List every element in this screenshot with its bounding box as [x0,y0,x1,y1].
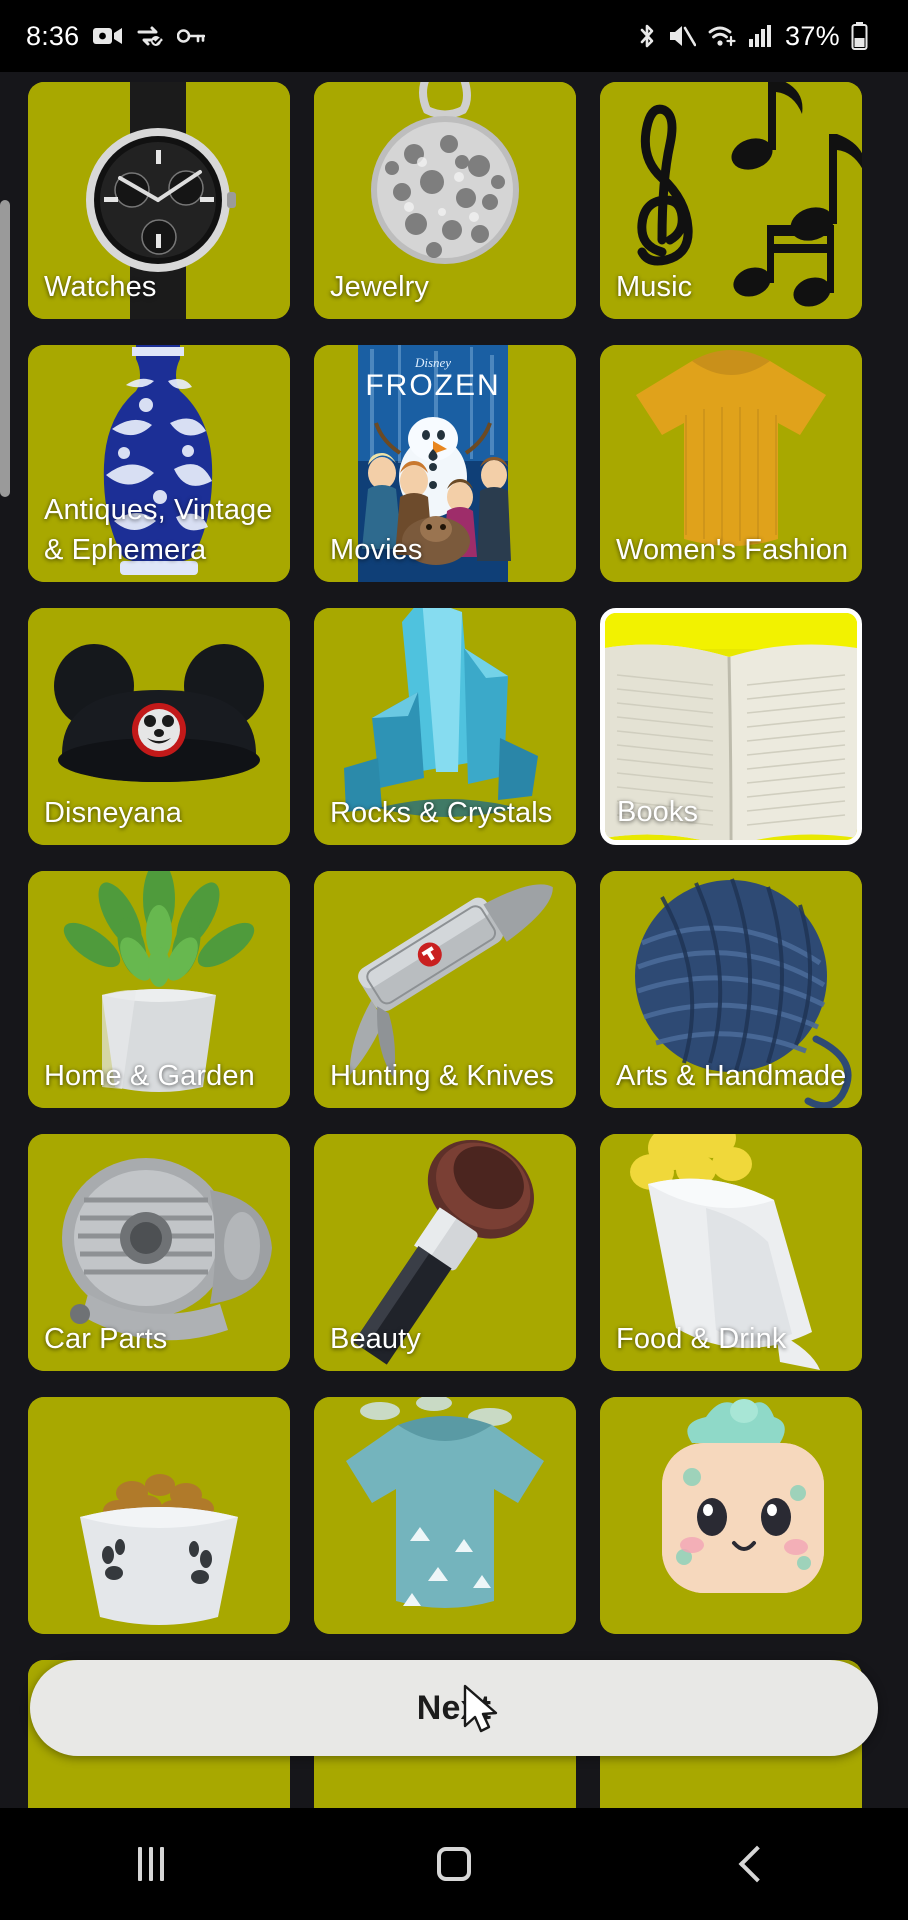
category-tile-antiques[interactable]: Antiques, Vintage & Ephemera [28,345,290,582]
tile-label: Car Parts [44,1322,168,1355]
category-tile-watches[interactable]: Watches [28,82,290,319]
mute-icon [670,26,697,47]
category-grid: Watches Jewelry Music Antiques, Vintage … [28,82,880,1808]
tile-label: Home & Garden [44,1059,255,1092]
category-tile-baby[interactable] [314,1397,576,1634]
category-tile-womens-fashion[interactable]: Women's Fashion [600,345,862,582]
category-tile-rocks-crystals[interactable]: Rocks & Crystals [314,608,576,845]
plush-toy-image [600,1397,862,1634]
tile-label: Women's Fashion [616,533,849,566]
vpn-key-icon [177,29,206,43]
tile-label: Music [616,270,693,303]
recents-button[interactable] [0,1808,303,1920]
tile-label: Watches [44,270,157,303]
signal-icon [749,25,772,47]
next-button-label: Next [416,1688,492,1727]
category-tile-disneyana[interactable]: Disneyana [28,608,290,845]
category-tile-hunting-knives[interactable]: Hunting & Knives [314,871,576,1108]
tile-label: Antiques, Vintage & Ephemera [44,494,273,566]
status-bar-left: 8:36 [26,20,206,52]
category-tile-home-garden[interactable]: Home & Garden [28,871,290,1108]
status-bar: 8:36 37% [0,0,908,72]
studio-text: Disney [414,355,451,370]
baby-onesie-image [314,1397,576,1634]
category-tile-pet-supplies[interactable] [28,1397,290,1634]
tile-label: Food & Drink [616,1322,787,1355]
status-bar-right: 37% [637,21,882,52]
recents-icon [138,1847,165,1881]
battery-percent-label: 37% [785,20,840,51]
wifi-icon [708,26,736,47]
android-navigation-bar [0,1808,908,1920]
battery-icon [851,22,868,50]
back-button[interactable] [605,1808,908,1920]
tile-label: Jewelry [330,270,429,303]
category-tile-books[interactable]: Books [600,608,862,845]
tile-label: Beauty [330,1322,421,1355]
tile-label: Movies [330,533,423,566]
video-camera-icon [93,28,123,44]
data-saver-icon [137,26,163,46]
next-button[interactable]: Next [30,1660,878,1756]
tile-label: Disneyana [44,796,182,829]
home-icon [437,1847,471,1881]
category-tile-music[interactable]: Music [600,82,862,319]
home-button[interactable] [303,1808,606,1920]
category-tile-toys[interactable] [600,1397,862,1634]
category-tile-beauty[interactable]: Beauty [314,1134,576,1371]
category-scroll-area[interactable]: Watches Jewelry Music Antiques, Vintage … [0,72,908,1808]
vertical-scrollbar[interactable] [0,200,10,497]
pet-food-bowl-image [28,1397,290,1634]
category-tile-movies[interactable]: Disney FROZEN Movies [314,345,576,582]
category-tile-jewelry[interactable]: Jewelry [314,82,576,319]
movie-title-text: FROZEN [365,369,500,402]
tile-label: Books [617,795,699,828]
tile-label: Hunting & Knives [330,1059,555,1092]
category-tile-car-parts[interactable]: Car Parts [28,1134,290,1371]
bluetooth-icon [640,24,654,48]
tile-label: Arts & Handmade [616,1059,847,1092]
status-clock: 8:36 [26,20,80,51]
phone-screen: 8:36 37% Watches Jewelry Music Antiques,… [0,0,908,1920]
back-chevron-icon [738,1845,776,1883]
category-tile-food-drink[interactable]: Food & Drink [600,1134,862,1371]
tile-label: Rocks & Crystals [330,796,553,829]
category-tile-arts-handmade[interactable]: Arts & Handmade [600,871,862,1108]
